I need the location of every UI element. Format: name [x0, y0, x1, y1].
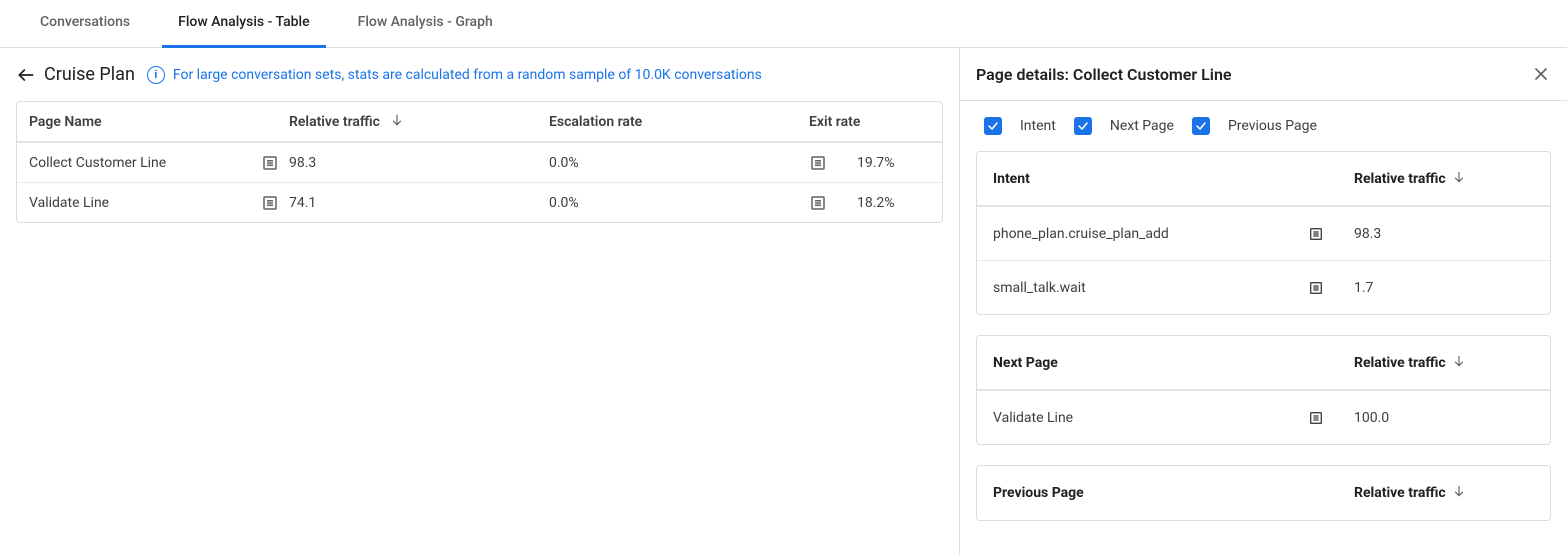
section-previous-page-title: Previous Page	[993, 485, 1354, 501]
cell-relative-traffic: 98.3	[289, 155, 549, 171]
list-icon[interactable]	[261, 194, 279, 212]
details-panel-header: Page details: Collect Customer Line	[960, 48, 1567, 101]
section-previous-page-header: Previous Page Relative traffic	[977, 466, 1550, 520]
filter-label-previous-page: Previous Page	[1228, 118, 1317, 134]
section-intent-header: Intent Relative traffic	[977, 152, 1550, 206]
intent-relative-traffic: 1.7	[1354, 280, 1534, 296]
col-escalation-rate[interactable]: Escalation rate	[549, 114, 809, 130]
tabs-bar: Conversations Flow Analysis - Table Flow…	[0, 0, 1567, 48]
info-text: For large conversation sets, stats are c…	[173, 67, 762, 83]
cell-escalation-rate: 0.0%	[549, 155, 809, 171]
section-intent: Intent Relative traffic phone_plan.cruis…	[976, 151, 1551, 315]
back-arrow-icon[interactable]	[16, 65, 36, 85]
arrow-down-icon	[1452, 354, 1466, 372]
intent-name: phone_plan.cruise_plan_add	[993, 226, 1169, 242]
details-panel: Page details: Collect Customer Line Inte…	[959, 48, 1567, 555]
section-next-page: Next Page Relative traffic Validate Line…	[976, 335, 1551, 445]
list-icon[interactable]	[1308, 280, 1324, 296]
tab-conversations[interactable]: Conversations	[24, 0, 146, 48]
cell-page-name: Validate Line	[29, 195, 109, 211]
section-intent-title: Intent	[993, 171, 1354, 187]
col-relative-traffic[interactable]: Relative traffic	[1354, 170, 1534, 188]
list-icon[interactable]	[261, 154, 279, 172]
breadcrumb: Cruise Plan i For large conversation set…	[0, 48, 959, 101]
col-relative-traffic[interactable]: Relative traffic	[1354, 484, 1534, 502]
list-item[interactable]: Validate Line 100.0	[977, 390, 1550, 444]
cell-relative-traffic: 74.1	[289, 195, 549, 211]
cell-page-name: Collect Customer Line	[29, 155, 166, 171]
list-icon[interactable]	[809, 194, 827, 212]
intent-name: small_talk.wait	[993, 280, 1086, 296]
info-banner: i For large conversation sets, stats are…	[147, 66, 762, 84]
filter-label-next-page: Next Page	[1110, 118, 1174, 134]
tab-flow-analysis-graph[interactable]: Flow Analysis - Graph	[342, 0, 509, 48]
page-title: Cruise Plan	[44, 64, 135, 85]
col-relative-traffic-label: Relative traffic	[1354, 485, 1446, 501]
details-filters: Intent Next Page Previous Page	[976, 113, 1551, 151]
col-relative-traffic[interactable]: Relative traffic	[1354, 354, 1534, 372]
cell-escalation-rate: 0.0%	[549, 195, 809, 211]
cell-exit-rate: 19.7%	[857, 155, 895, 171]
checkbox-previous-page[interactable]	[1192, 117, 1210, 135]
intent-relative-traffic: 98.3	[1354, 226, 1534, 242]
close-icon[interactable]	[1531, 64, 1567, 84]
checkbox-intent[interactable]	[984, 117, 1002, 135]
col-exit-rate[interactable]: Exit rate	[809, 114, 930, 130]
next-page-relative-traffic: 100.0	[1354, 410, 1534, 426]
details-panel-title: Page details: Collect Customer Line	[960, 65, 1232, 84]
list-item[interactable]: phone_plan.cruise_plan_add 98.3	[977, 206, 1550, 260]
tab-flow-analysis-table[interactable]: Flow Analysis - Table	[162, 0, 326, 48]
cell-exit-rate: 18.2%	[857, 195, 895, 211]
section-next-page-title: Next Page	[993, 355, 1354, 371]
arrow-down-icon	[1452, 170, 1466, 188]
col-page-name[interactable]: Page Name	[29, 114, 289, 130]
main-panel: Cruise Plan i For large conversation set…	[0, 48, 959, 555]
list-icon[interactable]	[1308, 410, 1324, 426]
info-icon: i	[147, 66, 165, 84]
filter-label-intent: Intent	[1020, 118, 1056, 134]
list-item[interactable]: small_talk.wait 1.7	[977, 260, 1550, 314]
section-next-page-header: Next Page Relative traffic	[977, 336, 1550, 390]
table-row[interactable]: Validate Line 74.1 0.0% 18.2%	[17, 182, 942, 222]
col-relative-traffic[interactable]: Relative traffic	[289, 113, 549, 131]
table-header-row: Page Name Relative traffic Escalation ra…	[17, 102, 942, 142]
col-relative-traffic-label: Relative traffic	[289, 114, 380, 130]
col-relative-traffic-label: Relative traffic	[1354, 355, 1446, 371]
table-row[interactable]: Collect Customer Line 98.3 0.0% 19.7%	[17, 142, 942, 182]
next-page-name: Validate Line	[993, 410, 1073, 426]
arrow-down-icon	[1452, 484, 1466, 502]
col-relative-traffic-label: Relative traffic	[1354, 171, 1446, 187]
arrow-down-icon	[390, 113, 404, 131]
list-icon[interactable]	[1308, 226, 1324, 242]
flow-analysis-table: Page Name Relative traffic Escalation ra…	[16, 101, 943, 223]
checkbox-next-page[interactable]	[1074, 117, 1092, 135]
section-previous-page: Previous Page Relative traffic	[976, 465, 1551, 521]
list-icon[interactable]	[809, 154, 827, 172]
